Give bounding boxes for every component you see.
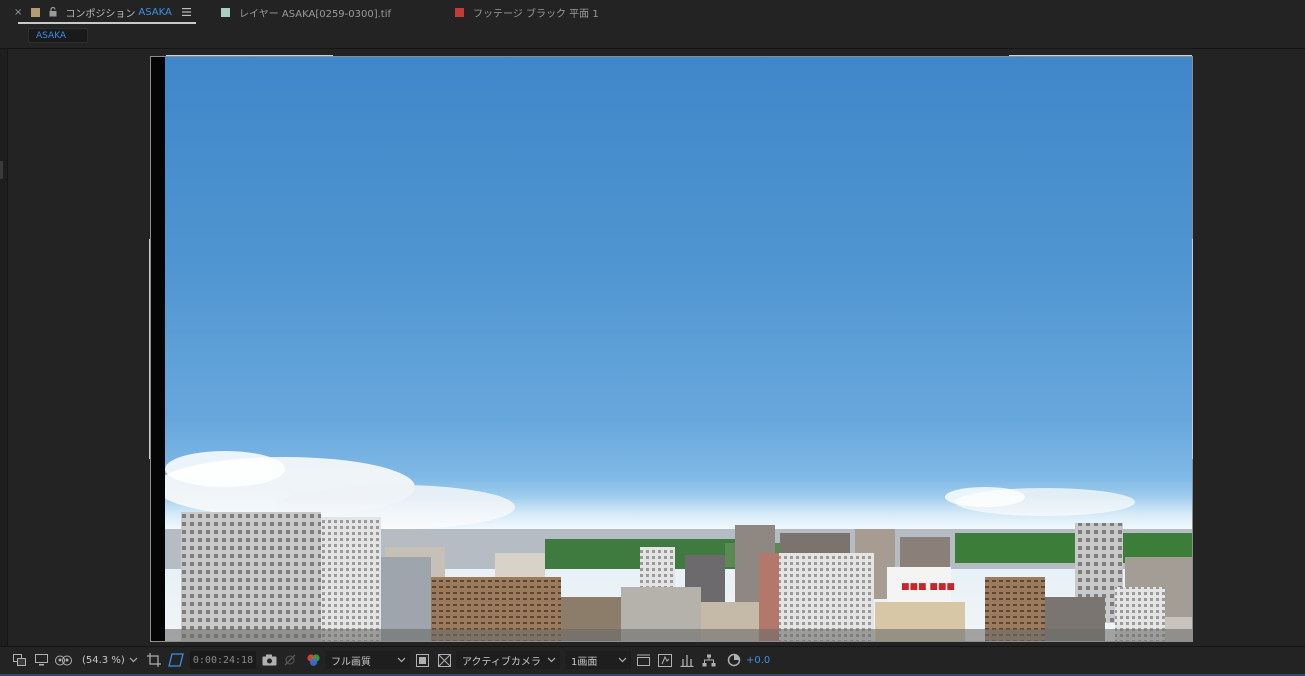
camera-value: アクティブカメラ — [462, 656, 541, 668]
camera-dropdown[interactable]: アクティブカメラ — [456, 651, 560, 669]
reset-exposure-icon[interactable] — [726, 650, 742, 670]
tab-footage-label: フッテージ ブラック 平面 1 — [473, 8, 599, 20]
flowchart-icon[interactable] — [701, 650, 717, 670]
close-tab-icon[interactable]: × — [14, 7, 22, 18]
black-solid-region — [151, 57, 165, 641]
left-panel-edge[interactable] — [0, 49, 8, 646]
label-color-swatch — [31, 7, 41, 17]
fast-preview-icon[interactable] — [414, 650, 430, 670]
views-layout-value: 1画面 — [571, 656, 598, 668]
zoom-value: (54.3 %) — [82, 654, 125, 666]
zoom-dropdown[interactable]: (54.3 %) — [76, 651, 142, 669]
exposure-value[interactable]: +0.0 — [746, 651, 770, 669]
toggle-pixel-aspect-icon[interactable] — [635, 650, 651, 670]
breadcrumb-bar: ASAKA — [0, 24, 1305, 48]
mask-visibility-icon[interactable] — [54, 650, 72, 670]
frame-guide-tick — [1192, 239, 1193, 459]
chevron-down-icon — [397, 657, 406, 663]
frame-guide-tick — [166, 55, 333, 56]
transparency-grid-icon[interactable] — [436, 650, 452, 670]
panel-menu-icon[interactable] — [181, 8, 192, 16]
panel-resize-handle[interactable] — [0, 161, 3, 179]
channel-rgb-icon[interactable] — [304, 650, 322, 670]
frame-guide-tick — [149, 239, 150, 459]
monitor-icon[interactable] — [34, 650, 48, 670]
tab-composition-label: コンポジション — [65, 8, 136, 20]
tab-footage[interactable]: フッテージ ブラック 平面 1 — [455, 0, 599, 24]
snapshot-camera-icon[interactable] — [261, 650, 277, 670]
frame-guide-tick — [1009, 55, 1192, 56]
label-color-swatch — [221, 7, 230, 17]
tab-composition-name: ASAKA — [138, 6, 172, 18]
composition-frame[interactable]: ■■■ ■■■ — [150, 56, 1193, 642]
resolution-dropdown[interactable]: フル画質 — [325, 651, 410, 669]
chevron-down-icon — [618, 657, 627, 663]
resolution-grid-icon[interactable] — [146, 650, 162, 670]
timeline-icon[interactable] — [679, 650, 695, 670]
tab-composition[interactable]: × コンポジション ASAKA — [14, 0, 196, 24]
resolution-value: フル画質 — [331, 656, 371, 668]
svg-text:■■■ ■■■: ■■■ ■■■ — [901, 582, 955, 592]
panel-tab-bar: × コンポジション ASAKA レイヤー ASAKA[0259-0300].ti… — [0, 0, 1305, 24]
chevron-down-icon — [129, 657, 138, 663]
region-of-interest-icon[interactable] — [167, 650, 185, 670]
tab-layer-label: レイヤー ASAKA[0259-0300].tif — [239, 8, 392, 20]
composition-viewer[interactable]: ■■■ ■■■ — [0, 49, 1305, 646]
always-preview-icon[interactable] — [12, 650, 26, 670]
views-layout-dropdown[interactable]: 1画面 — [565, 651, 631, 669]
fast-previews-icon[interactable] — [657, 650, 673, 670]
chevron-down-icon — [547, 657, 556, 663]
show-snapshot-icon[interactable] — [282, 650, 298, 670]
lock-icon[interactable] — [49, 7, 57, 17]
breadcrumb-comp-asaka[interactable]: ASAKA — [28, 28, 88, 43]
label-color-swatch — [455, 7, 464, 17]
viewer-header: × コンポジション ASAKA レイヤー ASAKA[0259-0300].ti… — [0, 0, 1305, 48]
tab-layer[interactable]: レイヤー ASAKA[0259-0300].tif — [221, 0, 391, 24]
city-skyline-image: ■■■ ■■■ — [165, 57, 1192, 641]
current-time-display[interactable]: 0:00:24:18 — [190, 651, 256, 669]
viewer-toolbar: (54.3 %) 0:00:24:18 フル画質 アクティブカメラ 1画面 +0… — [0, 646, 1305, 676]
